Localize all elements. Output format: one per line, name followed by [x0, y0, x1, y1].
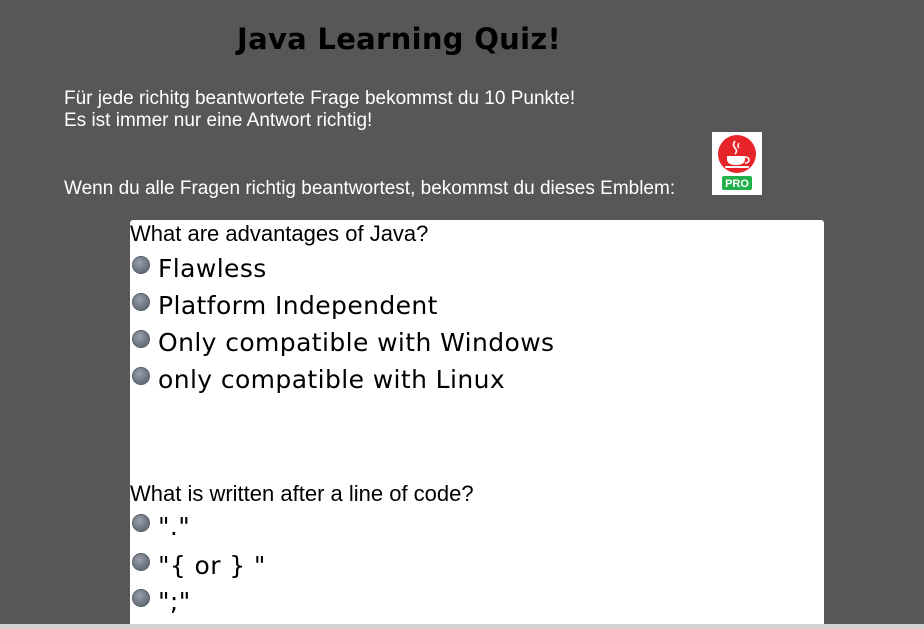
intro-text: Für jede richitg beantwortete Frage beko… [64, 88, 575, 132]
option-label: Only compatible with Windows [158, 327, 555, 357]
question-1-option-2[interactable]: Platform Independent [132, 288, 438, 322]
question-1-option-4[interactable]: only compatible with Linux [132, 362, 505, 396]
radio-button[interactable] [132, 514, 150, 532]
question-2-option-3[interactable]: ";" [132, 584, 191, 618]
question-2-option-1[interactable]: "." [132, 509, 190, 543]
option-label: "{ or } " [158, 550, 266, 580]
intro-line-points: Für jede richitg beantwortete Frage beko… [64, 88, 576, 109]
page-title: Java Learning Quiz! [237, 22, 562, 56]
question-1-option-3[interactable]: Only compatible with Windows [132, 325, 554, 359]
java-cup-icon: PRO [718, 135, 756, 190]
radio-button[interactable] [132, 330, 150, 348]
question-2-text: What is written after a line of code? [130, 481, 474, 506]
radio-button[interactable] [132, 293, 150, 311]
option-label: Flawless [158, 253, 267, 283]
horizontal-scrollbar[interactable] [0, 624, 924, 629]
option-label: "." [158, 511, 191, 541]
quiz-card: What are advantages of Java? Flawless Pl… [130, 220, 824, 629]
radio-button[interactable] [132, 553, 150, 571]
question-1-option-1[interactable]: Flawless [132, 251, 267, 285]
question-1-text: What are advantages of Java? [130, 221, 429, 246]
java-pro-emblem: PRO [712, 132, 762, 195]
intro-line-rule: Es ist immer nur eine Antwort richtig! [64, 110, 373, 131]
emblem-description: Wenn du alle Fragen richtig beantwortest… [64, 178, 676, 199]
option-label: only compatible with Linux [158, 364, 506, 394]
emblem-badge-text: PRO [725, 178, 749, 190]
radio-button[interactable] [132, 589, 150, 607]
radio-button[interactable] [132, 256, 150, 274]
quiz-page: Java Learning Quiz! Für jede richitg bea… [0, 0, 924, 629]
option-label: ";" [158, 586, 191, 616]
question-2-option-2[interactable]: "{ or } " [132, 548, 266, 582]
option-label: Platform Independent [158, 290, 438, 320]
radio-button[interactable] [132, 367, 150, 385]
